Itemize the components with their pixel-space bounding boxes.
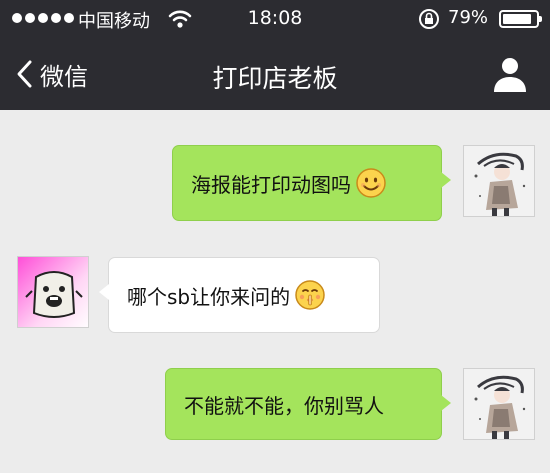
person-icon[interactable] bbox=[490, 54, 530, 94]
anime-girl-avatar-icon bbox=[464, 369, 534, 439]
message-text: 哪个sb让你来问的 bbox=[127, 284, 291, 309]
message-bubble-sent[interactable]: 不能就不能，你别骂人 bbox=[165, 368, 451, 440]
message-bubble-received[interactable]: 哪个sb让你来问的 bbox=[99, 257, 380, 333]
anime-girl-avatar-icon bbox=[464, 146, 534, 216]
contact-avatar[interactable] bbox=[17, 256, 89, 328]
smiling-face-icon bbox=[356, 168, 386, 198]
my-avatar[interactable] bbox=[463, 145, 535, 217]
battery-icon bbox=[499, 10, 542, 28]
chat-area[interactable]: 海报能打印动图吗 哪个sb让你来问的 不能就不能，你别骂人 bbox=[0, 110, 550, 473]
chat-title: 打印店老板 bbox=[212, 64, 338, 93]
hush-face-icon bbox=[295, 280, 325, 310]
rotation-lock-icon bbox=[419, 9, 439, 29]
battery-level-fill bbox=[503, 14, 532, 24]
status-bar: 中国移动 18:08 79% bbox=[0, 0, 550, 40]
battery-percentage: 79% bbox=[448, 7, 489, 28]
my-avatar[interactable] bbox=[463, 368, 535, 440]
message-bubble-sent[interactable]: 海报能打印动图吗 bbox=[172, 145, 451, 221]
cartoon-face-avatar-icon bbox=[18, 257, 88, 327]
message-text: 不能就不能，你别骂人 bbox=[184, 393, 384, 418]
nav-bar: 微信 打印店老板 bbox=[0, 40, 550, 110]
message-text: 海报能打印动图吗 bbox=[191, 172, 351, 197]
